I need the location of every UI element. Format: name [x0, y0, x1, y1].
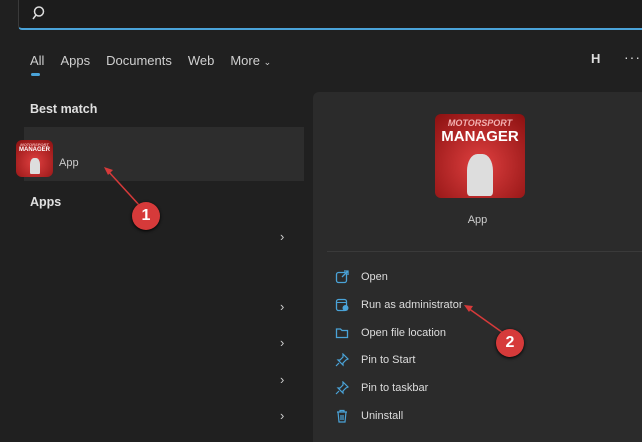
- arrow-2: [467, 307, 507, 336]
- annotation-badge-2: 2: [496, 329, 524, 357]
- annotation-badge-1: 1: [132, 202, 160, 230]
- annotation-arrows: [104, 167, 507, 336]
- arrow-1: [107, 170, 141, 207]
- arrow-head-1: [104, 167, 113, 175]
